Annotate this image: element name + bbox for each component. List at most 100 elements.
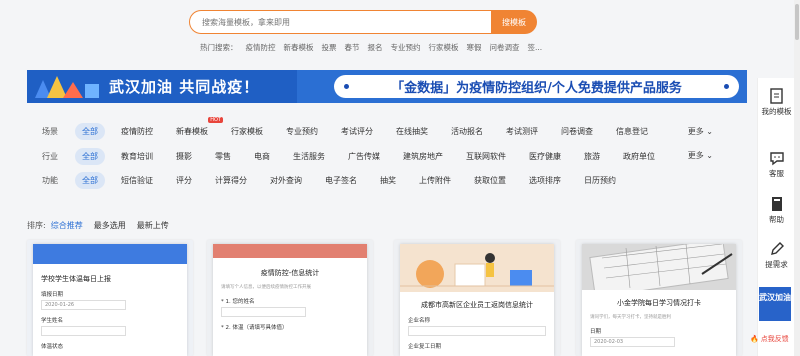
filter-chip[interactable]: 抽奖 [373,172,403,189]
template-card[interactable]: 学校学生体温每日上报 填报日期 2020-01-26 学生姓名 体温状态 [27,240,193,356]
banner-left: 武汉加油 共同战疫！ [27,70,297,103]
more-label: 更多 [687,127,704,136]
template-card[interactable]: 疫情防控-信息统计 请填写个人信息，以便后续疫情防控工作开展 * 1. 您的姓名… [207,240,373,356]
filter-chip[interactable]: 在线抽奖 [389,123,435,140]
hot-item[interactable]: 报名 [368,42,383,53]
filter-chip[interactable]: 评分 [169,172,199,189]
sort-option[interactable]: 最新上传 [137,220,169,231]
filter-chip[interactable]: 新春模板 HOT [169,117,223,140]
filter-row-feature: 功能 全部 短信验证 评分 计算得分 对外查询 电子签名 抽奖 上传附件 获取位… [27,172,632,189]
sort-option[interactable]: 综合推荐 [51,220,83,231]
filter-chip[interactable]: 旅游 [577,148,607,165]
feedback-label: 点我反馈 [760,335,789,343]
card-description: 请填写个人信息，以便后续疫情防控工作开展 [221,285,311,290]
sidebar-item-label: 提需求 [765,260,788,269]
card-preview: 学校学生体温每日上报 填报日期 2020-01-26 学生姓名 体温状态 [33,244,187,356]
card-field-label: 学生姓名 [41,318,64,324]
card-field-label: * 2. 体温（请填写具体值） [221,325,288,331]
hot-searches: 热门搜索： 疫情防控 新春模板 投票 春节 报名 专业预约 行家模板 寒假 问卷… [200,42,542,53]
scrollbar-thumb[interactable] [795,4,799,40]
feedback-link[interactable]: 🔥 点我反馈 [750,334,789,344]
hot-item[interactable]: 投票 [322,42,337,53]
filter-chip[interactable]: 活动报名 [444,123,490,140]
filter-chip[interactable]: 计算得分 [208,172,254,189]
filter-chip[interactable]: 考试评分 [334,123,380,140]
filter-row-industry: 行业 全部 教育培训 摄影 零售 电商 生活服务 广告传媒 建筑房地产 互联网软… [27,148,671,165]
filter-chip[interactable]: 摄影 [169,148,199,165]
filter-chip[interactable]: 信息登记 [609,123,655,140]
card-title: 小金学院每日学习情况打卡 [617,299,701,307]
sidebar-item-label: 客服 [769,169,784,178]
card-field-label: * 1. 您的姓名 [221,299,255,305]
card-title: 疫情防控-信息统计 [260,269,320,277]
sort-bar: 排序: 综合推荐 最多选用 最新上传 [27,220,169,231]
filter-chip[interactable]: 全部 [75,123,105,140]
hot-item[interactable]: 疫情防控 [246,42,276,53]
filter-chip[interactable]: 考试测评 [499,123,545,140]
hot-badge: HOT [208,117,223,123]
card-field-label: 填报日期 [41,292,64,298]
card-illustration [582,244,736,290]
filter-panel: 场景 全部 疫情防控 新春模板 HOT 行家模板 专业预约 考试评分 在线抽奖 活… [27,117,747,201]
card-field-label: 企业复工日期 [408,344,442,350]
banner-text: 「金数据」为疫情防控组织/个人免费提供产品服务 [391,81,682,96]
banner-decoration-icon [35,76,99,98]
card-field-value: 2020-02-03 [590,337,675,347]
search-button[interactable]: 搜模板 [491,10,537,34]
filter-chip[interactable]: 广告传媒 [341,148,387,165]
filter-chip[interactable]: 电商 [247,148,277,165]
filter-label: 场景 [42,127,58,136]
sidebar-item-my-templates[interactable]: 我的模板 [758,88,795,117]
filter-chip[interactable]: 专业预约 [279,123,325,140]
filter-chip[interactable]: 生活服务 [286,148,332,165]
template-card[interactable]: 小金学院每日学习情况打卡 请同学们，每天学习打卡，坚持就是胜利 日期 2020-… [576,240,742,356]
scrollbar[interactable] [794,0,800,356]
filter-chip[interactable]: 问卷调查 [554,123,600,140]
more-button[interactable]: 更多 ⌄ [688,126,713,137]
filter-chip[interactable]: 上传附件 [412,172,458,189]
filter-chip[interactable]: 电子签名 [318,172,364,189]
sidebar-item-help[interactable]: 帮助 [758,196,795,225]
wuhan-ad-badge[interactable]: 武汉加油 [759,287,791,321]
hot-item[interactable]: 签... [528,42,543,53]
filter-chip[interactable]: 互联网软件 [459,148,513,165]
filter-chip[interactable]: 教育培训 [114,148,160,165]
filter-chip[interactable]: 建筑房地产 [396,148,450,165]
filter-chip[interactable]: 全部 [75,148,105,165]
promo-banner[interactable]: 武汉加油 共同战疫！ 「金数据」为疫情防控组织/个人免费提供产品服务 [27,70,747,103]
filter-label: 行业 [42,152,58,161]
filter-chip[interactable]: 选项排序 [522,172,568,189]
chevron-down-icon: ⌄ [706,127,713,136]
card-title: 学校学生体温每日上报 [41,275,111,283]
card-preview: 疫情防控-信息统计 请填写个人信息，以便后续疫情防控工作开展 * 1. 您的姓名… [213,244,367,356]
filter-chip[interactable]: 日历预约 [577,172,623,189]
hot-item[interactable]: 问卷调查 [490,42,520,53]
filter-chip[interactable]: 获取位置 [467,172,513,189]
filter-chip[interactable]: 政府单位 [616,148,662,165]
hot-item[interactable]: 专业预约 [391,42,421,53]
filter-chip[interactable]: 零售 [208,148,238,165]
document-icon [769,88,783,104]
fire-icon: 🔥 [750,335,759,343]
sort-option[interactable]: 最多选用 [94,220,126,231]
edit-icon [770,242,784,255]
filter-chip[interactable]: 对外查询 [263,172,309,189]
sidebar-item-service[interactable]: 客服 [758,150,795,179]
template-card[interactable]: 成都市高新区企业员工返岗信息统计 企业名称 企业复工日期 [394,240,560,356]
hot-item[interactable]: 寒假 [467,42,482,53]
hot-item[interactable]: 行家模板 [429,42,459,53]
search-input[interactable] [189,10,491,34]
filter-chip[interactable]: 全部 [75,172,105,189]
hot-item[interactable]: 春节 [345,42,360,53]
filter-chip[interactable]: 短信验证 [114,172,160,189]
filter-chip[interactable]: 行家模板 [224,123,270,140]
hot-item[interactable]: 新春模板 [284,42,314,53]
more-button[interactable]: 更多 ⌄ [688,150,713,161]
filter-chip[interactable]: 疫情防控 [114,123,160,140]
sidebar-item-label: 我的模板 [761,107,792,116]
filter-chip[interactable]: 医疗健康 [522,148,568,165]
sidebar-item-request[interactable]: 提需求 [758,241,795,270]
search-bar: 搜模板 [189,10,537,34]
chevron-down-icon: ⌄ [706,151,713,160]
dot-icon [344,84,349,89]
